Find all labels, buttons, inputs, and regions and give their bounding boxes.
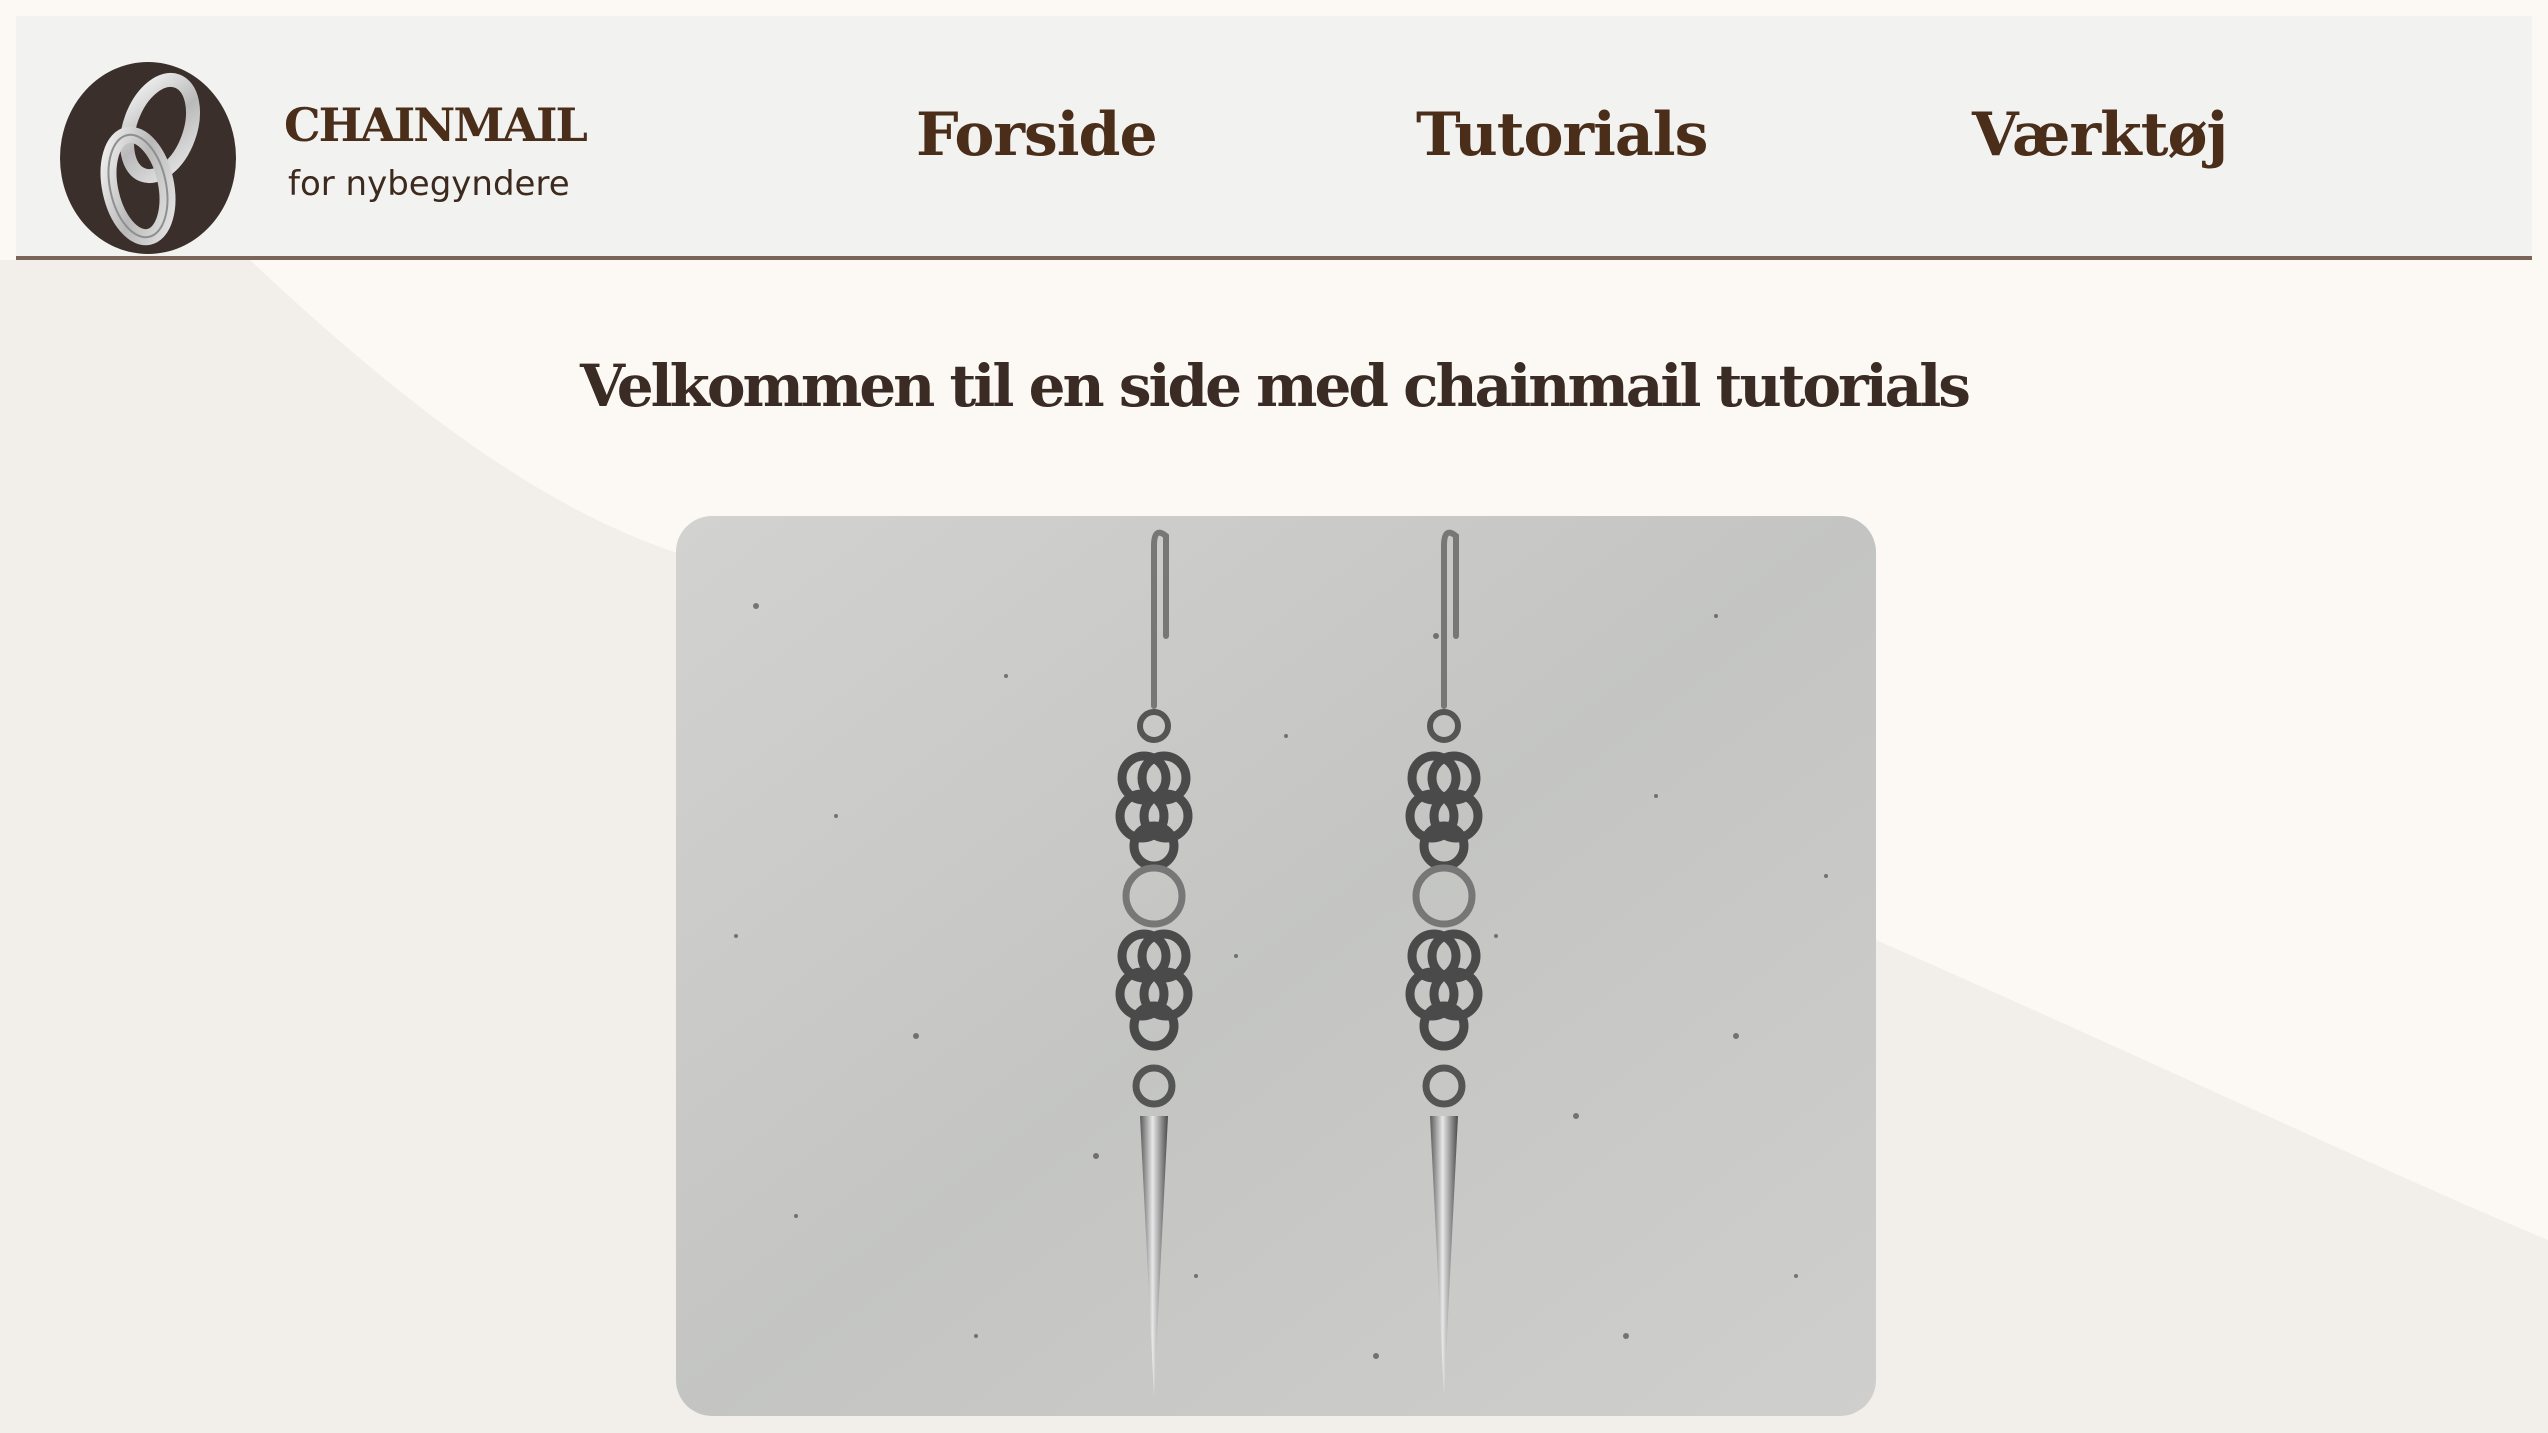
brand-title: CHAINMAIL bbox=[284, 98, 588, 152]
nav-item-tutorials[interactable]: Tutorials bbox=[1416, 100, 1708, 170]
chain-links-icon bbox=[56, 58, 240, 258]
nav-item-vaerktoj[interactable]: Værktøj bbox=[1972, 100, 2228, 170]
site-header: CHAINMAIL for nybegyndere Forside Tutori… bbox=[16, 16, 2532, 260]
home-logo-link[interactable]: CHAINMAIL for nybegyndere bbox=[56, 38, 588, 254]
page-title: Velkommen til en side med chainmail tuto… bbox=[580, 352, 1971, 420]
brand-subtitle: for nybegyndere bbox=[288, 164, 570, 204]
nav-item-forside[interactable]: Forside bbox=[916, 100, 1158, 170]
hero-image bbox=[676, 516, 1876, 1416]
